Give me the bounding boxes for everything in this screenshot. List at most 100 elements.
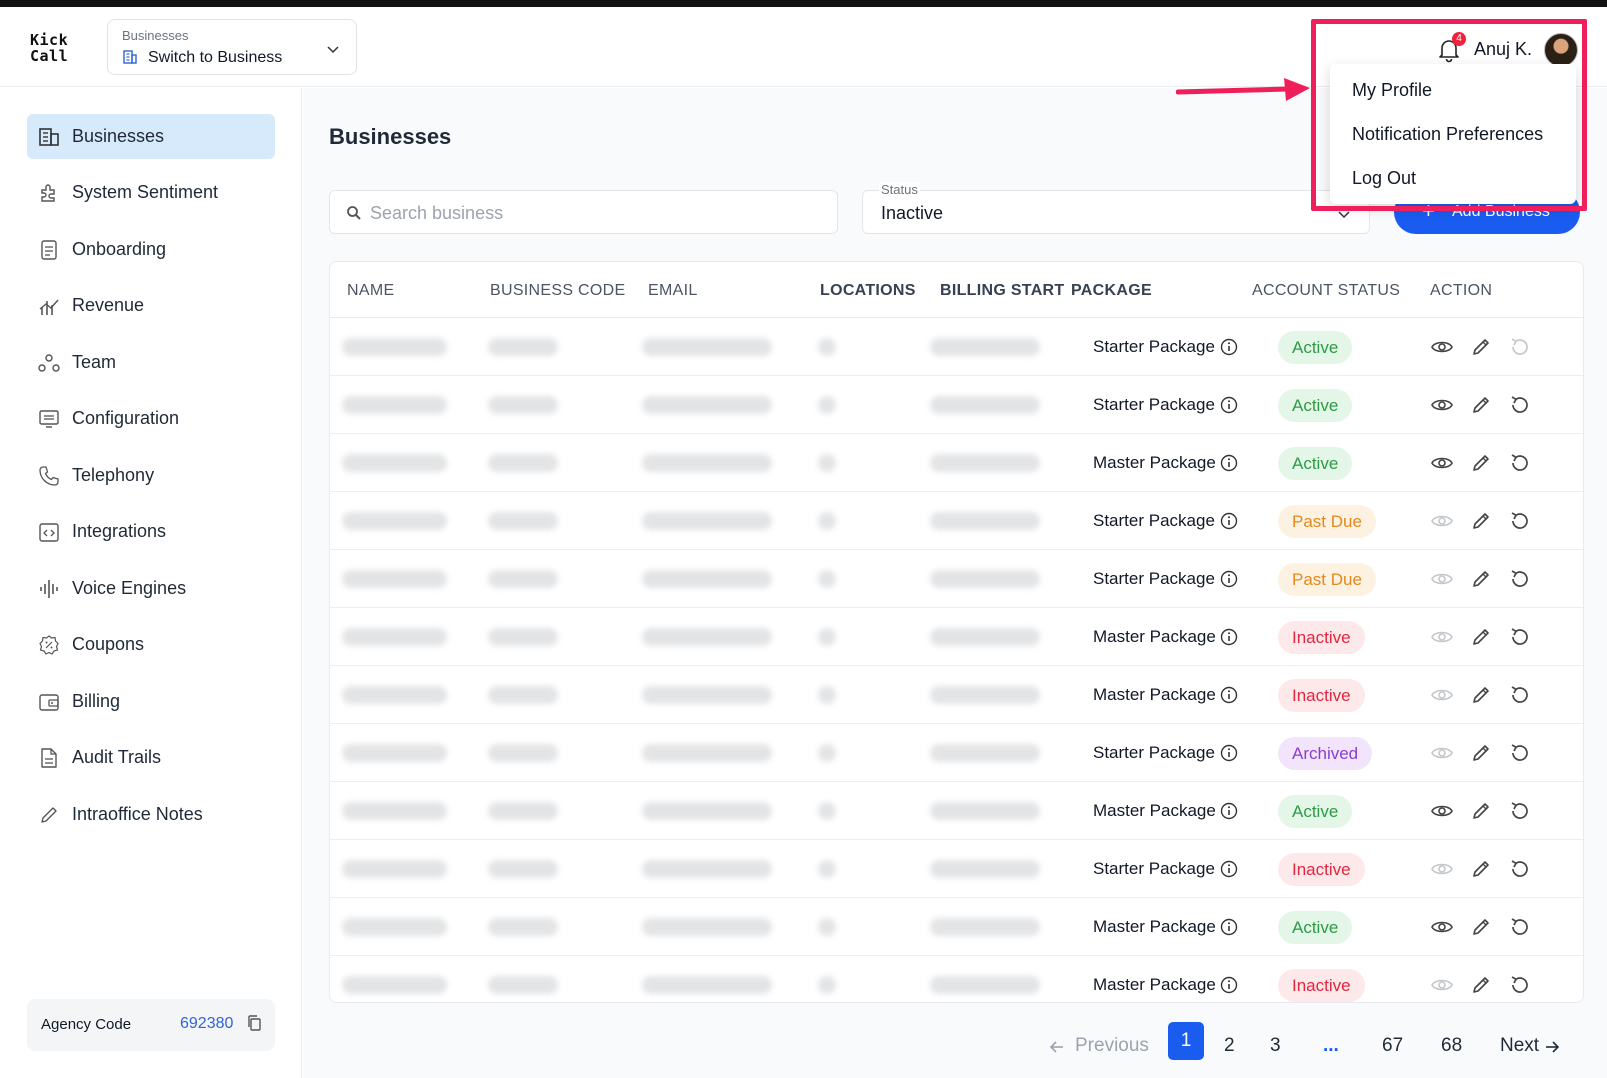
menu-item-notification-preferences[interactable]: Notification Preferences — [1352, 124, 1543, 145]
switcher-value: Switch to Business — [148, 49, 283, 66]
reset-icon[interactable] — [1508, 973, 1532, 997]
view-icon[interactable] — [1430, 741, 1454, 765]
status-badge: Inactive — [1278, 621, 1365, 654]
package-name: Master Package — [1093, 917, 1216, 936]
pagination-previous[interactable]: Previous — [1075, 1035, 1149, 1057]
sidebar-item-coupons[interactable]: Coupons — [27, 622, 275, 667]
package-name: Master Package — [1093, 453, 1216, 472]
sidebar-item-voice-engines[interactable]: Voice Engines — [27, 566, 275, 611]
edit-icon[interactable] — [1469, 451, 1493, 475]
switcher-label: Businesses — [122, 28, 189, 43]
edit-icon[interactable] — [1469, 799, 1493, 823]
sidebar-item-team[interactable]: Team — [27, 340, 275, 385]
info-icon[interactable] — [1220, 570, 1238, 588]
edit-icon[interactable] — [1469, 335, 1493, 359]
status-badge: Inactive — [1278, 679, 1365, 712]
coupon-icon — [39, 635, 59, 655]
avatar[interactable] — [1544, 33, 1578, 67]
view-icon[interactable] — [1430, 393, 1454, 417]
business-switcher[interactable]: Businesses Switch to Business — [107, 19, 357, 75]
pagination-page-1[interactable]: 1 — [1168, 1022, 1204, 1060]
table-row[interactable]: Starter Package Past Due — [330, 492, 1583, 550]
table-row[interactable]: Master Package Inactive — [330, 666, 1583, 724]
copy-icon[interactable] — [245, 1014, 263, 1032]
menu-item-my-profile[interactable]: My Profile — [1352, 80, 1432, 101]
table-row[interactable]: Master Package Active — [330, 898, 1583, 956]
edit-icon[interactable] — [1469, 509, 1493, 533]
view-icon[interactable] — [1430, 451, 1454, 475]
sidebar-item-onboarding[interactable]: Onboarding — [27, 227, 275, 272]
table-row[interactable]: Master Package Inactive — [330, 956, 1583, 1002]
info-icon[interactable] — [1220, 976, 1238, 994]
reset-icon[interactable] — [1508, 509, 1532, 533]
table-row[interactable]: Starter Package Active — [330, 318, 1583, 376]
user-name[interactable]: Anuj K. — [1474, 39, 1532, 60]
table-row[interactable]: Master Package Active — [330, 434, 1583, 492]
info-icon[interactable] — [1220, 860, 1238, 878]
search-input[interactable] — [370, 199, 810, 227]
info-icon[interactable] — [1220, 744, 1238, 762]
view-icon[interactable] — [1430, 857, 1454, 881]
notification-badge: 4 — [1452, 32, 1466, 46]
edit-icon[interactable] — [1469, 973, 1493, 997]
reset-icon[interactable] — [1508, 567, 1532, 591]
pagination: Previous 1 2 3 ... 67 68 Next — [303, 1022, 1607, 1065]
table-row[interactable]: Starter Package Past Due — [330, 550, 1583, 608]
sidebar-item-intraoffice-notes[interactable]: Intraoffice Notes — [27, 792, 275, 837]
edit-icon[interactable] — [1469, 683, 1493, 707]
info-icon[interactable] — [1220, 686, 1238, 704]
view-icon[interactable] — [1430, 683, 1454, 707]
pagination-page-3[interactable]: 3 — [1270, 1035, 1281, 1057]
sidebar-item-telephony[interactable]: Telephony — [27, 453, 275, 498]
view-icon[interactable] — [1430, 799, 1454, 823]
info-icon[interactable] — [1220, 512, 1238, 530]
edit-icon[interactable] — [1469, 915, 1493, 939]
edit-icon[interactable] — [1469, 567, 1493, 591]
sidebar-item-businesses[interactable]: Businesses — [27, 114, 275, 159]
menu-item-log-out[interactable]: Log Out — [1352, 168, 1416, 189]
table-row[interactable]: Starter Package Inactive — [330, 840, 1583, 898]
redacted-cell — [642, 918, 772, 936]
edit-icon[interactable] — [1469, 741, 1493, 765]
edit-icon[interactable] — [1469, 393, 1493, 417]
table-row[interactable]: Master Package Inactive — [330, 608, 1583, 666]
reset-icon[interactable] — [1508, 915, 1532, 939]
view-icon[interactable] — [1430, 509, 1454, 533]
reset-icon[interactable] — [1508, 857, 1532, 881]
info-icon[interactable] — [1220, 802, 1238, 820]
reset-icon[interactable] — [1508, 683, 1532, 707]
view-icon[interactable] — [1430, 915, 1454, 939]
table-row[interactable]: Starter Package Active — [330, 376, 1583, 434]
reset-icon[interactable] — [1508, 741, 1532, 765]
edit-icon[interactable] — [1469, 857, 1493, 881]
view-icon[interactable] — [1430, 625, 1454, 649]
reset-icon[interactable] — [1508, 799, 1532, 823]
info-icon[interactable] — [1220, 396, 1238, 414]
sidebar-item-audit-trails[interactable]: Audit Trails — [27, 735, 275, 780]
info-icon[interactable] — [1220, 338, 1238, 356]
pagination-page-67[interactable]: 67 — [1382, 1035, 1403, 1057]
reset-icon[interactable] — [1508, 335, 1532, 359]
pagination-page-2[interactable]: 2 — [1224, 1035, 1235, 1057]
info-icon[interactable] — [1220, 918, 1238, 936]
pagination-page-68[interactable]: 68 — [1441, 1035, 1462, 1057]
sidebar-item-system-sentiment[interactable]: System Sentiment — [27, 170, 275, 215]
reset-icon[interactable] — [1508, 625, 1532, 649]
view-icon[interactable] — [1430, 567, 1454, 591]
reset-icon[interactable] — [1508, 393, 1532, 417]
view-icon[interactable] — [1430, 335, 1454, 359]
info-icon[interactable] — [1220, 628, 1238, 646]
app-logo[interactable]: Kick Call — [30, 32, 68, 64]
view-icon[interactable] — [1430, 973, 1454, 997]
table-row[interactable]: Master Package Active — [330, 782, 1583, 840]
edit-icon[interactable] — [1469, 625, 1493, 649]
pagination-next[interactable]: Next — [1500, 1035, 1539, 1057]
info-icon[interactable] — [1220, 454, 1238, 472]
sidebar-item-integrations[interactable]: Integrations — [27, 509, 275, 554]
table-row[interactable]: Starter Package Archived — [330, 724, 1583, 782]
reset-icon[interactable] — [1508, 451, 1532, 475]
sidebar-item-billing[interactable]: Billing — [27, 679, 275, 724]
sidebar-item-configuration[interactable]: Configuration — [27, 396, 275, 441]
status-select[interactable]: Status Inactive — [862, 182, 1370, 234]
sidebar-item-revenue[interactable]: Revenue — [27, 283, 275, 328]
